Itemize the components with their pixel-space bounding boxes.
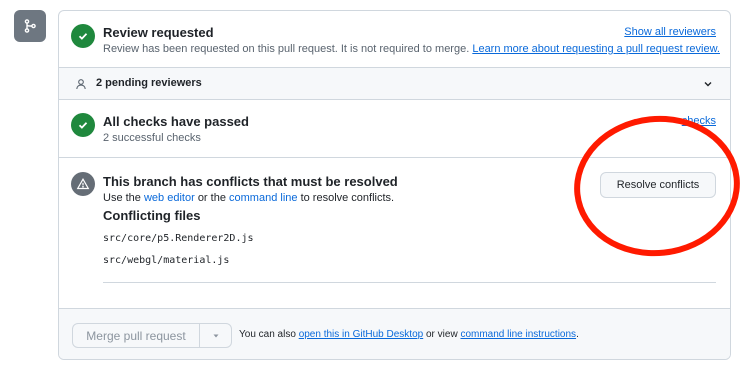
check-icon bbox=[71, 113, 95, 137]
open-github-desktop-link[interactable]: open this in GitHub Desktop bbox=[299, 329, 424, 340]
caret-down-icon bbox=[212, 327, 220, 345]
learn-more-link[interactable]: Learn more about requesting a pull reque… bbox=[472, 43, 720, 55]
person-icon bbox=[75, 77, 87, 95]
command-line-link[interactable]: command line bbox=[229, 192, 297, 204]
conflicts-title: This branch has conflicts that must be r… bbox=[103, 174, 398, 189]
conflicting-file: src/webgl/material.js bbox=[103, 255, 230, 266]
chevron-down-icon[interactable] bbox=[702, 77, 714, 95]
conflicting-files-heading: Conflicting files bbox=[103, 208, 201, 223]
check-icon bbox=[71, 24, 95, 48]
git-merge-icon bbox=[14, 10, 46, 42]
merge-pull-request-button[interactable]: Merge pull request bbox=[73, 324, 200, 347]
resolve-conflicts-button[interactable]: Resolve conflicts bbox=[600, 172, 716, 198]
merge-box: Review requested Review has been request… bbox=[58, 10, 731, 360]
command-line-instructions-link[interactable]: command line instructions bbox=[460, 329, 576, 340]
pending-reviewers-row[interactable]: 2 pending reviewers bbox=[59, 68, 730, 99]
review-description: Review has been requested on this pull r… bbox=[103, 43, 720, 55]
alert-icon bbox=[71, 172, 95, 196]
conflicting-file: src/core/p5.Renderer2D.js bbox=[103, 233, 254, 244]
checks-subtitle: 2 successful checks bbox=[103, 132, 201, 144]
merge-help-text: You can also open this in GitHub Desktop… bbox=[239, 329, 579, 340]
merge-options-dropdown[interactable] bbox=[200, 324, 231, 347]
review-title: Review requested bbox=[103, 25, 214, 40]
conflicts-description: Use the web editor or the command line t… bbox=[103, 192, 395, 204]
show-all-reviewers-link[interactable]: Show all reviewers bbox=[624, 26, 716, 38]
pending-reviewers-label: 2 pending reviewers bbox=[96, 77, 202, 89]
checks-title: All checks have passed bbox=[103, 114, 249, 129]
merge-footer: Merge pull request You can also open thi… bbox=[59, 309, 730, 359]
show-all-checks-link[interactable]: checks bbox=[682, 115, 716, 127]
web-editor-link[interactable]: web editor bbox=[144, 192, 195, 204]
merge-button-group: Merge pull request bbox=[72, 323, 232, 348]
